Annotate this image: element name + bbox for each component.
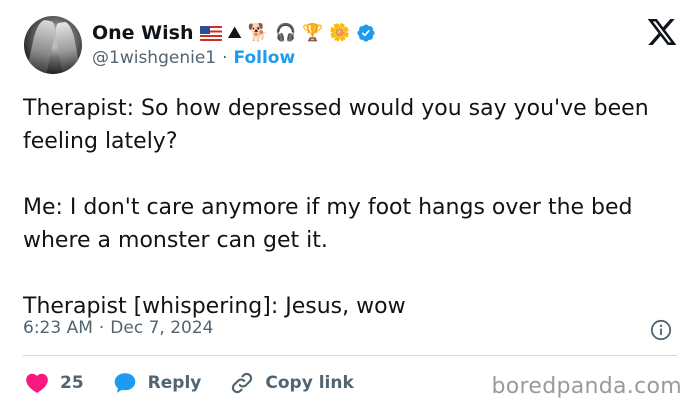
reply-label: Reply	[147, 373, 202, 393]
separator-dot: ·	[222, 48, 228, 68]
copy-link-button[interactable]: Copy link	[229, 370, 354, 396]
display-name[interactable]: One Wish	[92, 22, 194, 44]
follow-button[interactable]: Follow	[234, 48, 296, 68]
verified-badge-icon	[357, 24, 376, 42]
copy-link-label: Copy link	[265, 373, 354, 393]
tweet-card: One Wish ⛰ 🐕 🎧 🏆 🌼 @1wishgenie1 · Follow…	[0, 0, 700, 410]
handle-row: @1wishgenie1 · Follow	[92, 48, 295, 68]
author-name-row: One Wish ⛰ 🐕 🎧 🏆 🌼	[92, 20, 376, 46]
info-icon[interactable]	[650, 319, 672, 341]
timestamp[interactable]: 6:23 AM · Dec 7, 2024	[23, 318, 213, 338]
heart-icon	[26, 373, 48, 393]
reply-icon	[114, 373, 135, 393]
mountain-icon: ⛰	[227, 22, 242, 43]
tweet-paragraph: Therapist: So how depressed would you sa…	[23, 96, 649, 154]
like-count: 25	[60, 373, 84, 393]
tweet-text: Therapist: So how depressed would you sa…	[23, 92, 683, 323]
x-logo-icon[interactable]	[646, 16, 678, 48]
watermark: boredpanda.com	[491, 374, 682, 399]
trophy-icon: 🏆	[302, 22, 324, 43]
tweet-paragraph: Me: I don't care anymore if my foot hang…	[23, 195, 633, 253]
reply-button[interactable]: Reply	[112, 370, 202, 396]
dog-icon: 🐕	[247, 22, 269, 43]
us-flag-icon	[199, 25, 222, 41]
link-icon	[232, 372, 253, 394]
like-button[interactable]: 25	[24, 370, 84, 396]
handle[interactable]: @1wishgenie1	[92, 48, 216, 68]
action-bar: 25 Reply Copy link	[24, 368, 382, 398]
flower-icon: 🌼	[329, 22, 351, 43]
divider	[23, 355, 677, 356]
avatar[interactable]	[24, 16, 82, 74]
separator-dot: ·	[98, 318, 105, 338]
tweet-time: 6:23 AM	[23, 318, 93, 338]
tweet-date: Dec 7, 2024	[110, 318, 214, 338]
headphones-icon: 🎧	[274, 22, 297, 43]
